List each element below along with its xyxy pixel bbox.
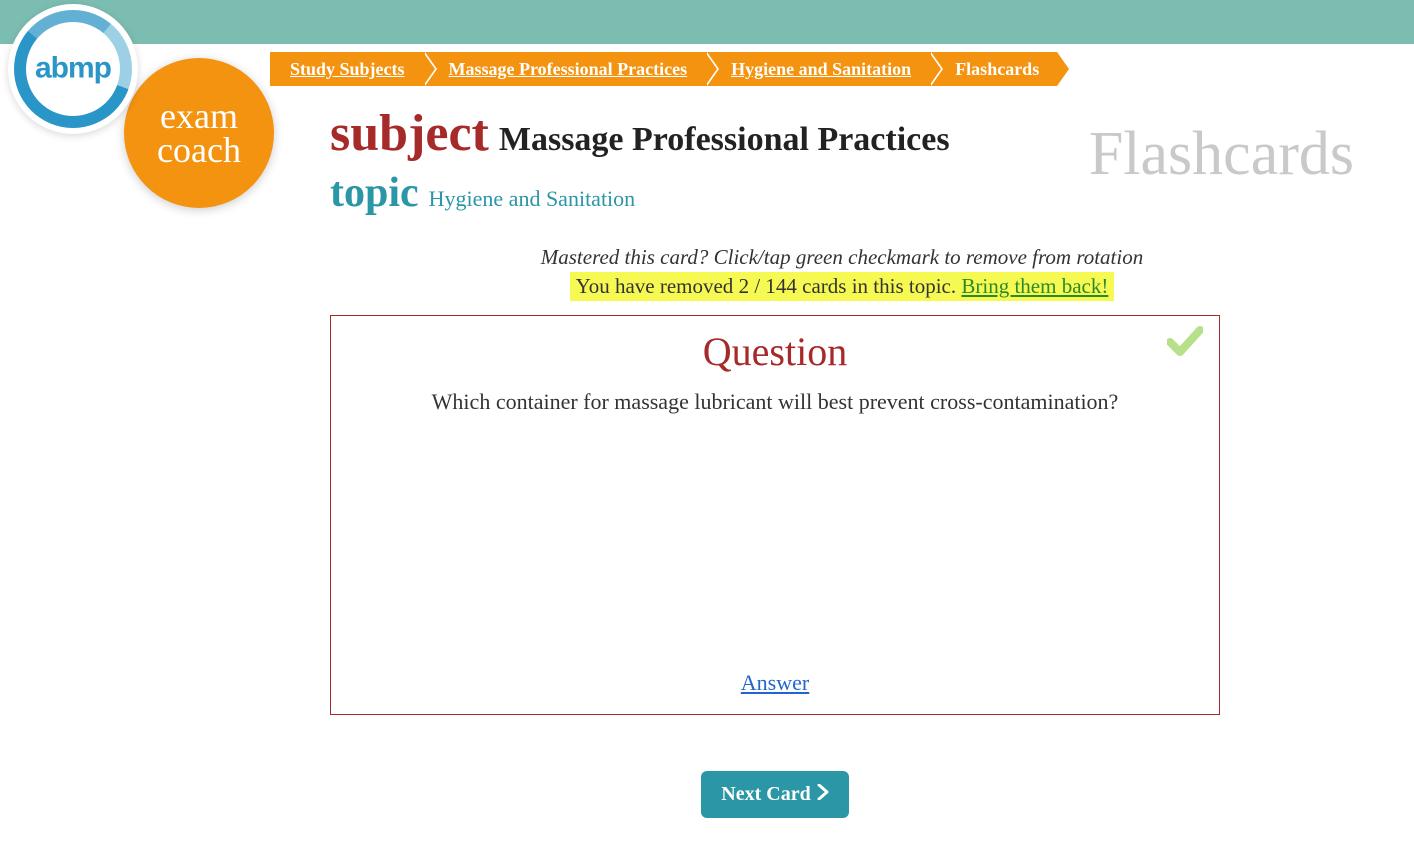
breadcrumb-topic[interactable]: Hygiene and Sanitation	[705, 52, 929, 86]
mastered-hint: Mastered this card? Click/tap green chec…	[397, 245, 1287, 270]
exam-coach-line1: exam	[160, 99, 238, 133]
removed-prefix: You have removed	[576, 274, 739, 298]
removed-count: 2 / 144	[739, 274, 797, 298]
bring-back-link[interactable]: Bring them back!	[961, 274, 1108, 298]
breadcrumb-study-subjects[interactable]: Study Subjects	[270, 52, 423, 86]
answer-link[interactable]: Answer	[741, 670, 809, 696]
abmp-logo[interactable]: abmp	[8, 4, 138, 134]
subject-value: Massage Professional Practices	[499, 121, 950, 158]
breadcrumb-subject[interactable]: Massage Professional Practices	[423, 52, 706, 86]
top-band	[0, 0, 1414, 44]
instructions: Mastered this card? Click/tap green chec…	[397, 245, 1287, 301]
exam-coach-line2: coach	[157, 133, 241, 167]
topic-label: topic	[330, 170, 419, 216]
checkmark-icon[interactable]	[1167, 326, 1203, 361]
flashcard: Question Which container for massage lub…	[330, 315, 1220, 715]
breadcrumb-current: Flashcards	[929, 52, 1057, 86]
card-title: Question	[361, 328, 1189, 375]
chevron-right-icon	[817, 783, 829, 806]
next-card-label: Next Card	[721, 783, 810, 806]
next-card-button[interactable]: Next Card	[701, 771, 848, 818]
subject-label: subject	[330, 105, 489, 162]
page-type-label: Flashcards	[1089, 119, 1354, 190]
removed-suffix: cards in this topic.	[797, 274, 961, 298]
removed-status: You have removed 2 / 144 cards in this t…	[570, 272, 1115, 301]
question-text: Which container for massage lubricant wi…	[361, 389, 1189, 415]
topic-value: Hygiene and Sanitation	[429, 186, 636, 211]
breadcrumb: Study Subjects Massage Professional Prac…	[270, 52, 1057, 86]
abmp-logo-text: abmp	[35, 51, 111, 85]
exam-coach-logo[interactable]: exam coach	[124, 58, 274, 208]
